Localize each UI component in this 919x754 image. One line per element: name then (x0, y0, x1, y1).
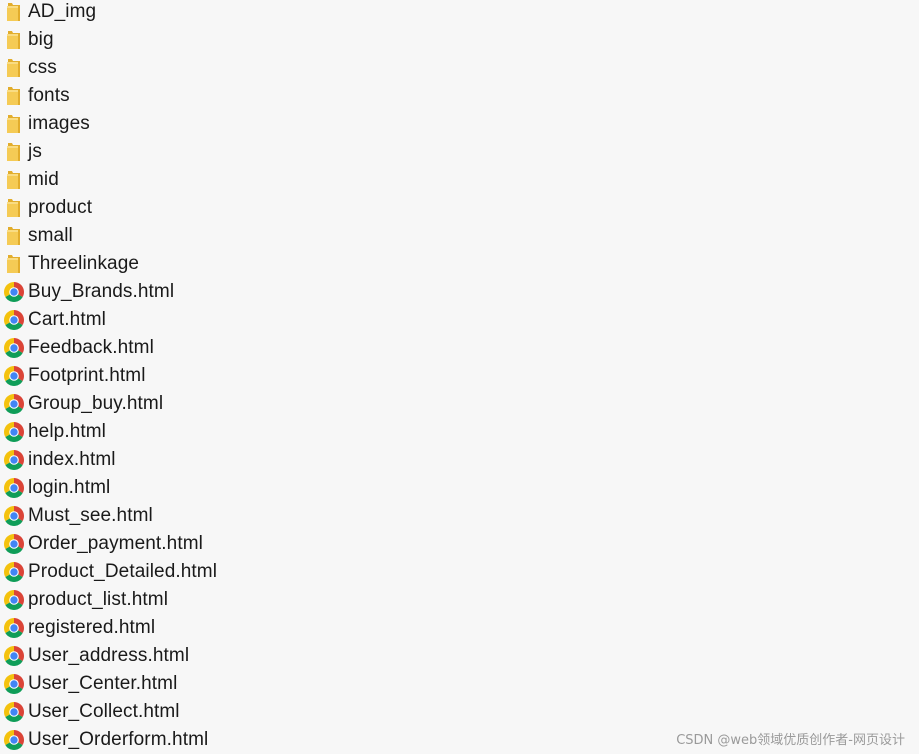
file-row[interactable]: Feedback.html (0, 334, 217, 362)
item-name: index.html (28, 449, 116, 470)
folder-icon (3, 57, 25, 79)
file-row[interactable]: User_address.html (0, 642, 217, 670)
item-name: small (28, 225, 73, 246)
folder-row[interactable]: images (0, 110, 217, 138)
folder-icon (3, 253, 25, 275)
item-name: login.html (28, 477, 111, 498)
item-name: images (28, 113, 90, 134)
chrome-html-file-icon (3, 393, 25, 415)
chrome-html-file-icon (3, 533, 25, 555)
chrome-html-file-icon (3, 337, 25, 359)
item-name: Buy_Brands.html (28, 281, 175, 302)
folder-row[interactable]: mid (0, 166, 217, 194)
item-name: Threelinkage (28, 253, 140, 274)
item-name: Footprint.html (28, 365, 146, 386)
item-name: registered.html (28, 617, 156, 638)
chrome-html-file-icon (3, 589, 25, 611)
file-row[interactable]: Product_Detailed.html (0, 558, 217, 586)
chrome-html-file-icon (3, 477, 25, 499)
file-row[interactable]: Footprint.html (0, 362, 217, 390)
file-row[interactable]: User_Collect.html (0, 698, 217, 726)
folder-row[interactable]: big (0, 26, 217, 54)
folder-row[interactable]: js (0, 138, 217, 166)
item-name: User_address.html (28, 645, 190, 666)
file-row[interactable]: Must_see.html (0, 502, 217, 530)
chrome-html-file-icon (3, 561, 25, 583)
item-name: js (28, 141, 42, 162)
item-name: mid (28, 169, 59, 190)
chrome-html-file-icon (3, 701, 25, 723)
item-name: fonts (28, 85, 70, 106)
file-row[interactable]: Buy_Brands.html (0, 278, 217, 306)
folder-row[interactable]: Threelinkage (0, 250, 217, 278)
item-name: help.html (28, 421, 106, 442)
item-name: User_Center.html (28, 673, 178, 694)
file-row[interactable]: User_Center.html (0, 670, 217, 698)
item-name: User_Orderform.html (28, 729, 209, 750)
chrome-html-file-icon (3, 617, 25, 639)
file-list: AD_img big css fonts images js mid produ… (0, 0, 217, 754)
chrome-html-file-icon (3, 645, 25, 667)
file-row[interactable]: product_list.html (0, 586, 217, 614)
folder-icon (3, 225, 25, 247)
folder-row[interactable]: AD_img (0, 0, 217, 26)
folder-icon (3, 113, 25, 135)
item-name: Must_see.html (28, 505, 153, 526)
folder-icon (3, 1, 25, 23)
item-name: product (28, 197, 93, 218)
item-name: css (28, 57, 57, 78)
item-name: Product_Detailed.html (28, 561, 218, 582)
folder-row[interactable]: small (0, 222, 217, 250)
chrome-html-file-icon (3, 309, 25, 331)
item-name: Cart.html (28, 309, 106, 330)
folder-icon (3, 29, 25, 51)
chrome-html-file-icon (3, 281, 25, 303)
folder-icon (3, 169, 25, 191)
folder-row[interactable]: product (0, 194, 217, 222)
file-row[interactable]: Cart.html (0, 306, 217, 334)
folder-row[interactable]: css (0, 54, 217, 82)
file-row[interactable]: User_Orderform.html (0, 726, 217, 754)
chrome-html-file-icon (3, 729, 25, 751)
item-name: User_Collect.html (28, 701, 180, 722)
file-row[interactable]: login.html (0, 474, 217, 502)
chrome-html-file-icon (3, 505, 25, 527)
file-row[interactable]: index.html (0, 446, 217, 474)
file-row[interactable]: Order_payment.html (0, 530, 217, 558)
folder-row[interactable]: fonts (0, 82, 217, 110)
watermark-text: CSDN @web领域优质创作者-网页设计 (676, 733, 905, 748)
item-name: Feedback.html (28, 337, 154, 358)
chrome-html-file-icon (3, 365, 25, 387)
item-name: AD_img (28, 1, 97, 22)
file-row[interactable]: help.html (0, 418, 217, 446)
chrome-html-file-icon (3, 421, 25, 443)
folder-icon (3, 85, 25, 107)
item-name: big (28, 29, 54, 50)
chrome-html-file-icon (3, 449, 25, 471)
folder-icon (3, 141, 25, 163)
item-name: Order_payment.html (28, 533, 203, 554)
chrome-html-file-icon (3, 673, 25, 695)
item-name: product_list.html (28, 589, 169, 610)
file-row[interactable]: Group_buy.html (0, 390, 217, 418)
file-row[interactable]: registered.html (0, 614, 217, 642)
item-name: Group_buy.html (28, 393, 164, 414)
folder-icon (3, 197, 25, 219)
